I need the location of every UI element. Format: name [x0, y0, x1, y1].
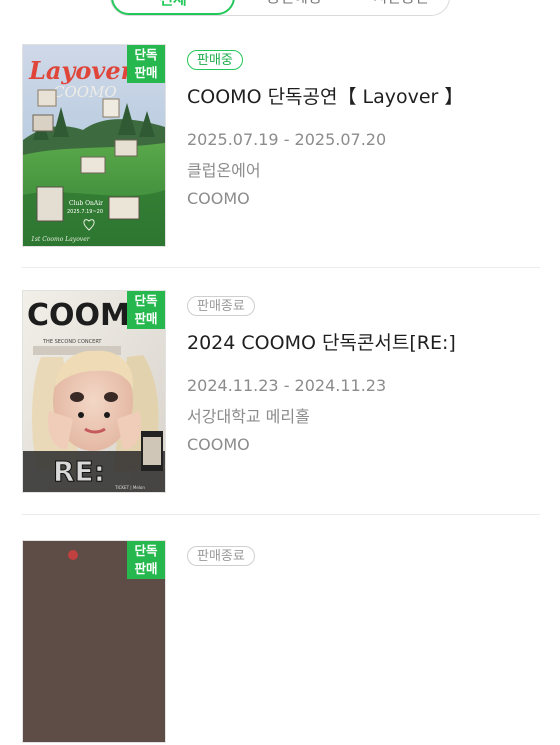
svg-text:RE:: RE: — [53, 455, 105, 488]
status-badge: 판매종료 — [187, 296, 255, 316]
event-dates: 2025.07.19 - 2025.07.20 — [187, 130, 387, 149]
exclusive-sale-badge: 단독 판매 — [127, 291, 165, 329]
exclusive-sale-badge: 단독 판매 — [127, 45, 165, 83]
tab-all[interactable]: 전체 — [111, 0, 235, 15]
status-badge: 판매종료 — [187, 546, 255, 566]
badge-line-1: 단독 — [134, 543, 158, 558]
filter-tabs: 전체 공연예정 지난공연 — [110, 0, 450, 16]
event-venue: 서강대학교 메리홀 — [187, 407, 310, 426]
event-artist: COOMO — [187, 435, 250, 454]
list-divider — [22, 267, 540, 268]
event-item-3[interactable]: 단독 판매 판매종료 — [22, 540, 542, 745]
svg-text:Club OnAir: Club OnAir — [69, 200, 103, 207]
tab-past[interactable]: 지난공연 — [353, 0, 449, 15]
badge-line-1: 단독 — [134, 47, 158, 62]
svg-text:Layover: Layover — [28, 56, 136, 85]
svg-text:THE SECOND CONCERT: THE SECOND CONCERT — [42, 339, 102, 345]
badge-line-2: 판매 — [134, 311, 158, 326]
svg-text:COOM: COOM — [27, 298, 130, 333]
badge-line-2: 판매 — [134, 561, 158, 576]
badge-line-1: 단독 — [134, 293, 158, 308]
event-venue: 클럽온에어 — [187, 161, 261, 180]
event-item-re[interactable]: COOM THE SECOND CONCERT RE: TICKET | Mel… — [22, 290, 542, 495]
event-title[interactable]: COOMO 단독공연【 Layover 】 — [187, 82, 463, 109]
status-badge: 판매중 — [187, 50, 243, 70]
exclusive-sale-badge: 단독 판매 — [127, 541, 165, 579]
list-divider — [22, 514, 540, 515]
event-poster[interactable]: Layover COOMO Club OnAir 2025.7.19~20 1s… — [22, 44, 166, 247]
event-artist: COOMO — [187, 189, 250, 208]
svg-text:2025.7.19~20: 2025.7.19~20 — [67, 209, 103, 215]
event-poster[interactable]: COOM THE SECOND CONCERT RE: TICKET | Mel… — [22, 290, 166, 493]
svg-text:1st Coomo Layover: 1st Coomo Layover — [31, 236, 91, 243]
tab-group: 전체 공연예정 지난공연 — [110, 0, 450, 16]
event-item-layover[interactable]: Layover COOMO Club OnAir 2025.7.19~20 1s… — [22, 44, 542, 249]
svg-text:TICKET | Melon: TICKET | Melon — [114, 485, 145, 490]
event-dates: 2024.11.23 - 2024.11.23 — [187, 376, 387, 395]
event-title[interactable]: 2024 COOMO 단독콘서트[RE:] — [187, 328, 456, 355]
event-poster[interactable]: 단독 판매 — [22, 540, 166, 743]
tab-upcoming[interactable]: 공연예정 — [235, 0, 353, 15]
svg-text:COOMO: COOMO — [53, 83, 117, 101]
badge-line-2: 판매 — [134, 65, 158, 80]
